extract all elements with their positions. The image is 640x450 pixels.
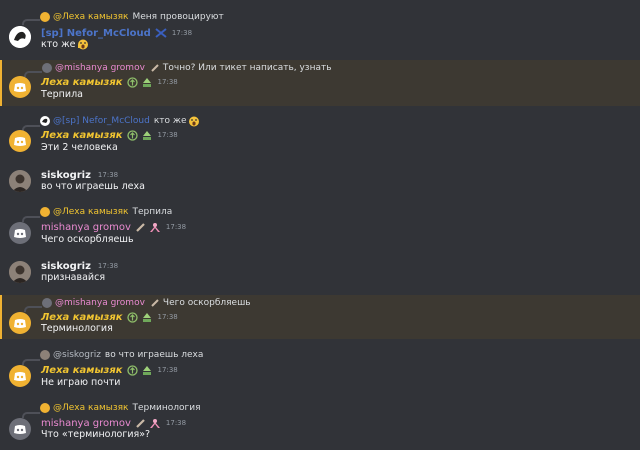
avatar[interactable]: [9, 130, 31, 152]
avatar[interactable]: [9, 365, 31, 387]
reply-text: Терпила: [132, 207, 173, 217]
ribbon-icon: [149, 221, 161, 233]
role-icon: [155, 27, 167, 39]
timestamp: 17:38: [157, 366, 178, 374]
message-text: признавайся: [41, 272, 106, 283]
message-text: Что «терминология»?: [41, 429, 151, 440]
feather-icon: [135, 417, 147, 429]
author-name[interactable]: mishanya gromov: [41, 418, 131, 429]
reply-text: кто же: [153, 116, 187, 126]
message: @Леха камызяк Терминология mishanya grom…: [0, 401, 640, 447]
reply-avatar: [40, 207, 50, 217]
reply-author: @mishanya gromov: [55, 298, 145, 308]
message-text: кто же: [41, 39, 76, 50]
leaf-badge-icon: [127, 76, 139, 88]
reply-author: @Леха камызяк: [53, 12, 129, 22]
message: @Леха камызяк Меня провоцируют [sp] Nefo…: [0, 8, 640, 52]
message: siskogriz 17:38 признавайся: [0, 259, 640, 289]
tree-badge-icon: [141, 364, 153, 376]
author-name[interactable]: Леха камызяк: [41, 77, 123, 88]
tree-badge-icon: [141, 129, 153, 141]
author-name[interactable]: mishanya gromov: [41, 222, 131, 233]
reply-preview[interactable]: @mishanya gromov Точно? Или тикет написа…: [42, 61, 332, 75]
reply-preview[interactable]: @Леха камызяк Терпила: [40, 205, 172, 219]
timestamp: 17:38: [171, 29, 193, 37]
reply-author: @[sp] Nefor_McCloud: [53, 116, 150, 126]
reply-author: @siskogriz: [53, 350, 101, 360]
avatar[interactable]: [9, 170, 31, 192]
message-text: Эти 2 человека: [41, 142, 118, 153]
feather-icon: [149, 62, 161, 74]
message-text: Не играю почти: [41, 377, 121, 388]
message-text: во что играешь леха: [41, 181, 145, 192]
reply-text: Точно? Или тикет написать, узнать: [162, 63, 332, 73]
author-name[interactable]: [sp] Nefor_McCloud: [41, 28, 151, 39]
message-highlighted: @mishanya gromov Чего оскорбляешь Леха к…: [0, 295, 640, 339]
author-name[interactable]: Леха камызяк: [41, 365, 123, 376]
reply-avatar: [40, 403, 50, 413]
timestamp: 17:38: [157, 313, 178, 321]
reply-text: Меня провоцируют: [132, 12, 224, 22]
avatar[interactable]: [9, 76, 31, 98]
reply-avatar: [42, 63, 52, 73]
message: @siskogriz во что играешь леха Леха камы…: [0, 348, 640, 392]
author-name[interactable]: siskogriz: [41, 261, 91, 272]
ribbon-icon: [149, 417, 161, 429]
author-name[interactable]: Леха камызяк: [41, 130, 123, 141]
timestamp: 17:38: [97, 171, 119, 179]
feather-icon: [135, 221, 147, 233]
message-text: Терминология: [41, 323, 113, 334]
message: @[sp] Nefor_McCloud кто же Леха камызяк …: [0, 114, 640, 158]
message: @Леха камызяк Терпила mishanya gromov 17…: [0, 205, 640, 249]
leaf-badge-icon: [127, 311, 139, 323]
message: siskogriz 17:38 во что играешь леха: [0, 168, 640, 198]
reply-preview[interactable]: @[sp] Nefor_McCloud кто же: [40, 114, 200, 128]
avatar[interactable]: [9, 418, 31, 440]
scream-emoji-icon: [77, 39, 89, 50]
timestamp: 17:38: [165, 419, 187, 427]
reply-avatar: [40, 116, 50, 126]
reply-author: @Леха камызяк: [53, 207, 129, 217]
reply-preview[interactable]: @Леха камызяк Меня провоцируют: [40, 10, 224, 24]
message-text: Чего оскорбляешь: [41, 234, 134, 245]
avatar[interactable]: [9, 222, 31, 244]
author-name[interactable]: Леха камызяк: [41, 312, 123, 323]
avatar[interactable]: [9, 312, 31, 334]
tree-badge-icon: [141, 311, 153, 323]
reply-preview[interactable]: @Леха камызяк Терминология: [40, 401, 201, 415]
reply-text: Терминология: [132, 403, 201, 413]
timestamp: 17:38: [157, 78, 178, 86]
message-highlighted: @mishanya gromov Точно? Или тикет написа…: [0, 60, 640, 106]
leaf-badge-icon: [127, 129, 139, 141]
reply-avatar: [40, 350, 50, 360]
message-text: Терпила: [41, 89, 83, 100]
leaf-badge-icon: [127, 364, 139, 376]
reply-avatar: [40, 12, 50, 22]
avatar[interactable]: [9, 261, 31, 283]
scream-emoji-icon: [188, 116, 200, 127]
reply-author: @mishanya gromov: [55, 63, 145, 73]
timestamp: 17:38: [165, 223, 187, 231]
reply-text: Чего оскорбляешь: [162, 298, 251, 308]
reply-avatar: [42, 298, 52, 308]
reply-preview[interactable]: @siskogriz во что играешь леха: [40, 348, 203, 362]
timestamp: 17:38: [157, 131, 178, 139]
reply-preview[interactable]: @mishanya gromov Чего оскорбляешь: [42, 296, 251, 310]
reply-text: во что играешь леха: [104, 350, 204, 360]
reply-author: @Леха камызяк: [53, 403, 129, 413]
feather-icon: [149, 297, 161, 309]
author-name[interactable]: siskogriz: [41, 170, 91, 181]
tree-badge-icon: [141, 76, 153, 88]
timestamp: 17:38: [97, 262, 119, 270]
avatar[interactable]: [9, 26, 31, 48]
